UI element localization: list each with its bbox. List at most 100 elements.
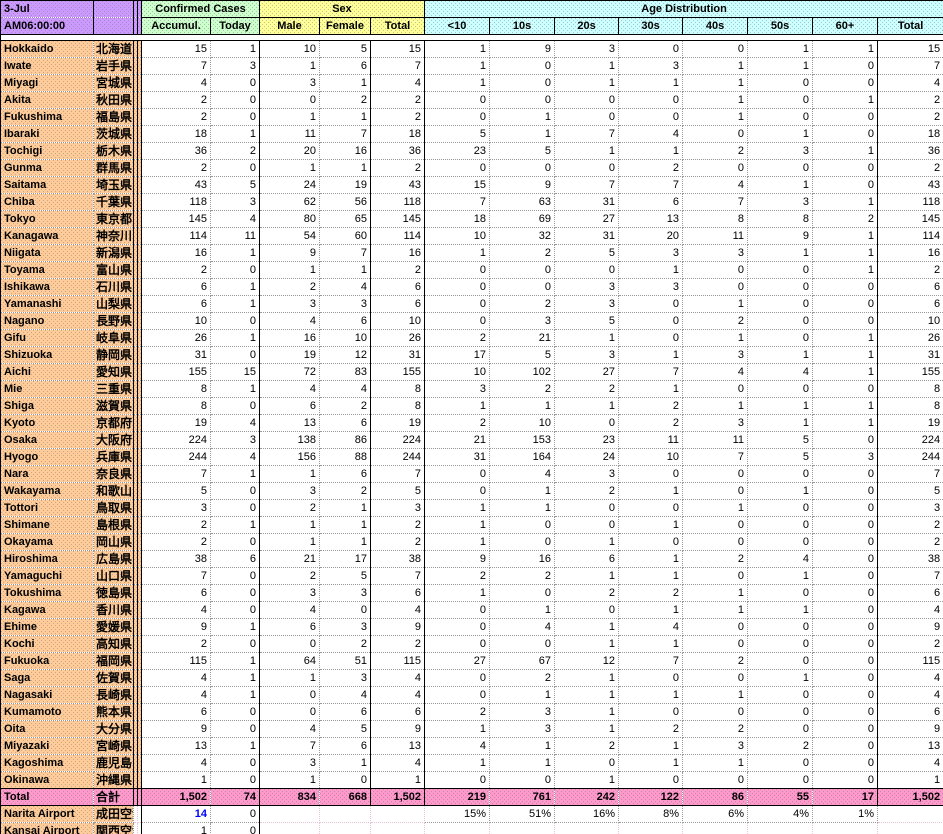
age-cell-30s[interactable]: 0 <box>619 296 683 313</box>
age-cell-40s[interactable]: 0 <box>683 619 748 636</box>
female-cell[interactable]: 0 <box>320 602 371 619</box>
age-cell-50s[interactable]: 0 <box>748 279 813 296</box>
pref-name-ja[interactable]: 和歌山 <box>94 483 134 500</box>
age-cell-u10[interactable]: 0 <box>425 296 490 313</box>
male-cell[interactable]: 2 <box>260 568 320 585</box>
age-cell-20s[interactable]: 27 <box>555 211 619 228</box>
female-cell[interactable]: 65 <box>320 211 371 228</box>
age-cell-40s[interactable]: 0 <box>683 772 748 789</box>
accumul-cell[interactable]: 8 <box>142 381 211 398</box>
age-cell-40s[interactable]: 1 <box>683 109 748 126</box>
pref-name-en[interactable]: Hokkaido <box>1 41 94 58</box>
age-cell-10s[interactable]: 21 <box>490 330 555 347</box>
today-cell[interactable]: 4 <box>211 211 260 228</box>
age-cell-30s[interactable]: 4 <box>619 126 683 143</box>
today-cell[interactable]: 1 <box>211 126 260 143</box>
age-cell-u10[interactable]: 0 <box>425 670 490 687</box>
sex-total-cell[interactable]: 18 <box>371 126 425 143</box>
age-cell-30s[interactable]: 1 <box>619 347 683 364</box>
empty-cell[interactable] <box>683 823 748 834</box>
age-cell-30s[interactable]: 2 <box>619 585 683 602</box>
age-cell-20s[interactable]: 1 <box>555 568 619 585</box>
today-cell[interactable]: 0 <box>211 602 260 619</box>
age-cell-20s[interactable]: 1 <box>555 330 619 347</box>
age-cell-60plus[interactable]: 0 <box>813 738 878 755</box>
age-total-cell[interactable]: 2 <box>878 109 943 126</box>
accumul-cell[interactable]: 18 <box>142 126 211 143</box>
age-cell-30s[interactable]: 7 <box>619 177 683 194</box>
pref-name-en[interactable]: Nagano <box>1 313 94 330</box>
time-cell[interactable]: AM06:00:00 <box>1 18 94 35</box>
accumul-cell[interactable]: 38 <box>142 551 211 568</box>
total-sex-total-cell[interactable]: 1,502 <box>371 789 425 806</box>
age-cell-40s[interactable]: 0 <box>683 41 748 58</box>
age-cell-60plus[interactable]: 0 <box>813 670 878 687</box>
accumul-cell[interactable]: 36 <box>142 143 211 160</box>
age-cell-40s[interactable]: 1 <box>683 602 748 619</box>
male-cell[interactable]: 13 <box>260 415 320 432</box>
total-female-cell[interactable]: 668 <box>320 789 371 806</box>
today-cell[interactable]: 0 <box>211 109 260 126</box>
age-cell-60plus[interactable]: 1 <box>813 245 878 262</box>
age-cell-40s[interactable]: 0 <box>683 466 748 483</box>
today-cell[interactable]: 0 <box>211 75 260 92</box>
age-cell-30s[interactable]: 1 <box>619 517 683 534</box>
age-total-cell[interactable]: 2 <box>878 636 943 653</box>
age-cell-30s[interactable]: 0 <box>619 109 683 126</box>
age-total-cell[interactable]: 9 <box>878 721 943 738</box>
pref-name-en[interactable]: Osaka <box>1 432 94 449</box>
accumul-cell[interactable]: 31 <box>142 347 211 364</box>
age-total-cell[interactable]: 6 <box>878 296 943 313</box>
sex-total-cell[interactable]: 13 <box>371 738 425 755</box>
age-cell-20s[interactable]: 1 <box>555 721 619 738</box>
pref-name-en[interactable]: Okinawa <box>1 772 94 789</box>
pref-name-ja[interactable]: 岐阜県 <box>94 330 134 347</box>
today-cell[interactable]: 1 <box>211 653 260 670</box>
female-cell[interactable]: 5 <box>320 41 371 58</box>
total-today-cell[interactable]: 74 <box>211 789 260 806</box>
male-cell[interactable]: 0 <box>260 636 320 653</box>
age-total-cell[interactable]: 4 <box>878 602 943 619</box>
female-cell[interactable]: 1 <box>320 517 371 534</box>
empty-cell[interactable] <box>371 806 425 823</box>
female-cell[interactable]: 17 <box>320 551 371 568</box>
female-cell[interactable]: 1 <box>320 755 371 772</box>
age-cell-60plus[interactable]: 1 <box>813 330 878 347</box>
pref-name-en[interactable]: Ibaraki <box>1 126 94 143</box>
pref-name-ja[interactable]: 沖縄県 <box>94 772 134 789</box>
female-cell[interactable]: 6 <box>320 466 371 483</box>
age-cell-u10[interactable]: 0 <box>425 262 490 279</box>
sex-total-cell[interactable]: 224 <box>371 432 425 449</box>
female-cell[interactable]: 2 <box>320 636 371 653</box>
total-age-cell-60plus[interactable]: 17 <box>813 789 878 806</box>
age-cell-50s[interactable]: 0 <box>748 262 813 279</box>
pref-name-ja[interactable]: 大分県 <box>94 721 134 738</box>
age-total-cell[interactable]: 224 <box>878 432 943 449</box>
age-total-cell[interactable]: 2 <box>878 92 943 109</box>
sex-header[interactable]: Sex <box>260 1 425 18</box>
age-total-cell[interactable]: 9 <box>878 619 943 636</box>
today-cell[interactable]: 0 <box>211 262 260 279</box>
sex-total-cell[interactable]: 9 <box>371 619 425 636</box>
age-cell-40s[interactable]: 3 <box>683 347 748 364</box>
age-cell-u10[interactable]: 1 <box>425 41 490 58</box>
today-cell[interactable]: 11 <box>211 228 260 245</box>
empty-cell[interactable] <box>490 823 555 834</box>
age-cell-60plus[interactable]: 0 <box>813 177 878 194</box>
age-cell-20s[interactable]: 0 <box>555 92 619 109</box>
accumul-cell[interactable]: 118 <box>142 194 211 211</box>
age-total-cell[interactable]: 6 <box>878 704 943 721</box>
age-cell-60plus[interactable]: 0 <box>813 772 878 789</box>
age-total-cell[interactable]: 26 <box>878 330 943 347</box>
age-cell-u10[interactable]: 1 <box>425 398 490 415</box>
age-cell-u10[interactable]: 1 <box>425 534 490 551</box>
age-cell-50s[interactable]: 3 <box>748 194 813 211</box>
age-cell-30s[interactable]: 10 <box>619 449 683 466</box>
accumul-cell[interactable]: 2 <box>142 534 211 551</box>
age-cell-10s[interactable]: 16 <box>490 551 555 568</box>
age-cell-20s[interactable]: 12 <box>555 653 619 670</box>
age-cell-20s[interactable]: 6 <box>555 551 619 568</box>
age-cell-u10[interactable]: 17 <box>425 347 490 364</box>
today-cell[interactable]: 1 <box>211 245 260 262</box>
narita-accumul-cell[interactable]: 14 <box>142 806 211 823</box>
